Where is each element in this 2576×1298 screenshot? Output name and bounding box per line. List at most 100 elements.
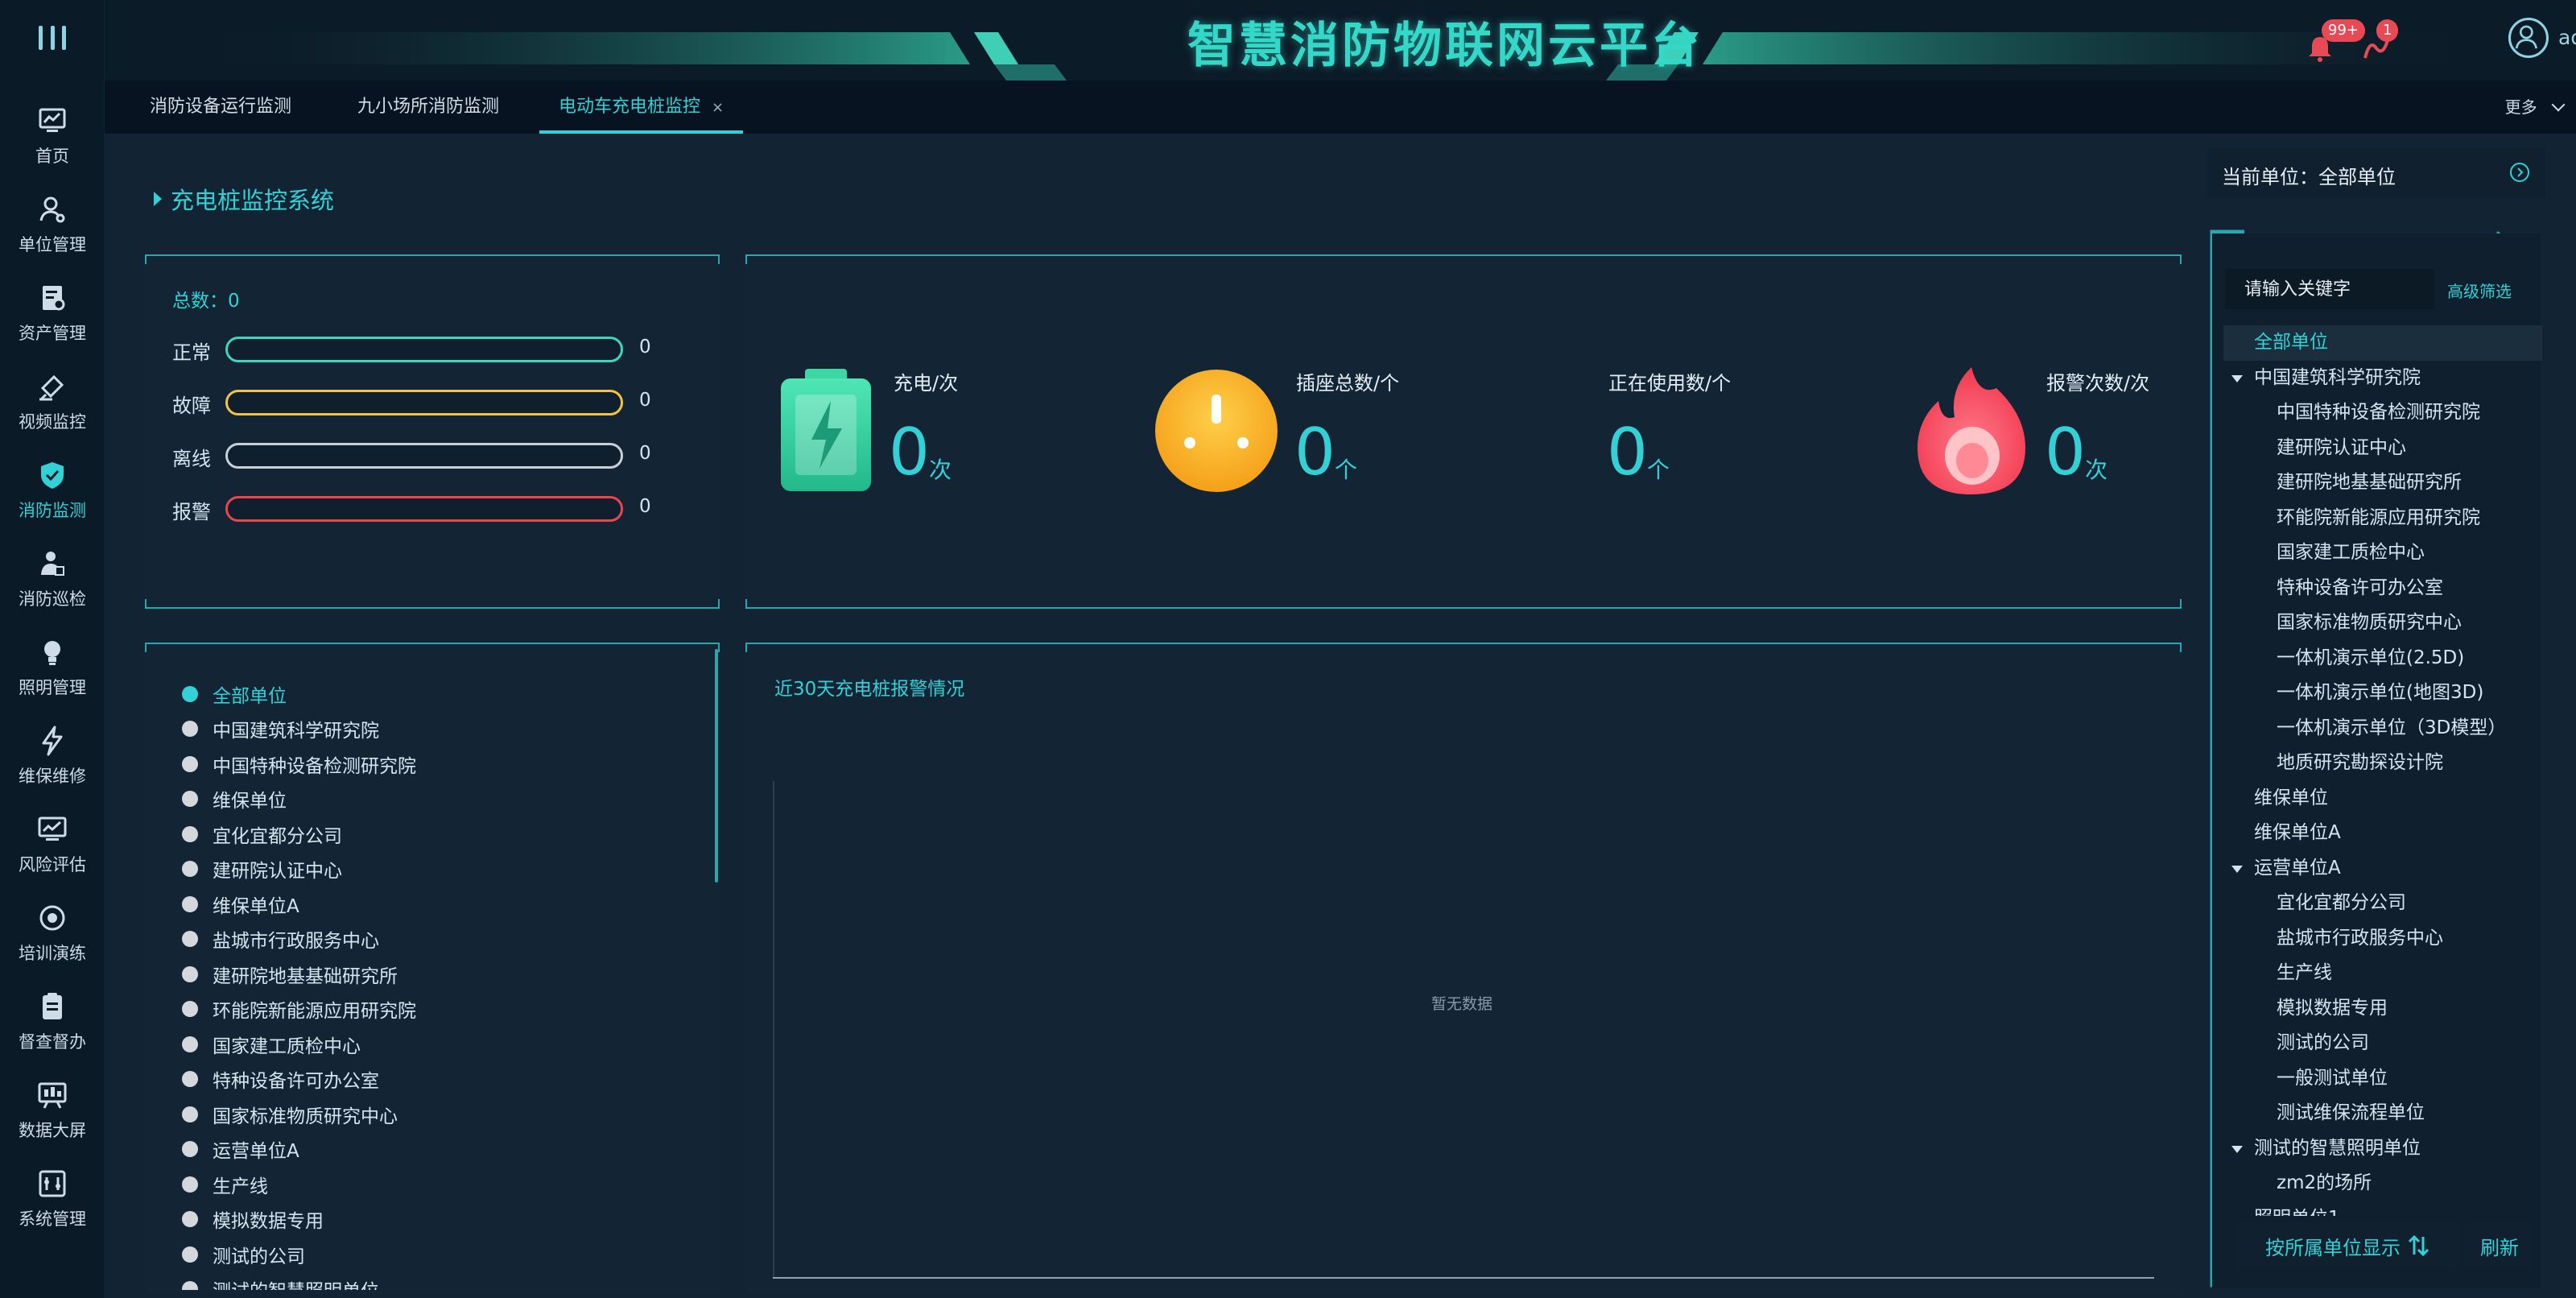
tree-node[interactable]: 运营单位A [2223, 851, 2542, 887]
nav-item-big-screen[interactable]: 数据大屏 [0, 1079, 105, 1160]
nav-label: 首页 [35, 147, 69, 166]
tree-node[interactable]: zm2的场所 [2223, 1166, 2542, 1201]
radio-dot-icon [182, 931, 198, 948]
advanced-filter-link[interactable]: 高级筛选 [2447, 279, 2512, 302]
unit-list-item[interactable]: 维保单位 [182, 782, 705, 817]
nav-item-system[interactable]: 系统管理 [0, 1168, 105, 1248]
close-icon[interactable]: × [712, 99, 724, 116]
nav-item-risk[interactable]: 风险评估 [0, 813, 105, 894]
tab-ev-charging-monitor[interactable]: 电动车充电桩监控 × [539, 81, 744, 134]
unit-list-item[interactable]: 建研院地基基础研究所 [182, 957, 705, 992]
nav-item-maintenance[interactable]: 维保维修 [0, 725, 105, 805]
status-value: 0 [639, 337, 651, 358]
tree-node[interactable]: 测试维保流程单位 [2223, 1096, 2542, 1131]
tree-node[interactable]: 测试的智慧照明单位 [2223, 1131, 2542, 1167]
tree-node[interactable]: 中国建筑科学研究院 [2223, 361, 2542, 396]
tree-node[interactable]: 中国特种设备检测研究院 [2223, 395, 2542, 431]
more-tabs-button[interactable]: 更多 [2505, 81, 2566, 134]
tree-node[interactable]: 环能院新能源应用研究院 [2223, 501, 2542, 536]
unit-list-item[interactable]: 建研院认证中心 [182, 852, 705, 887]
unit-list-item[interactable]: 维保单位A [182, 887, 705, 922]
unit-list-item[interactable]: 宜化宜都分公司 [182, 816, 705, 852]
unit-list-item[interactable]: 中国特种设备检测研究院 [182, 746, 705, 782]
tree-node[interactable]: 盐城市行政服务中心 [2223, 921, 2542, 957]
flame-icon [1918, 367, 2025, 494]
keyword-search-input[interactable] [2225, 269, 2434, 309]
radio-dot-icon [182, 1211, 198, 1228]
nav-item-home[interactable]: 首页 [0, 105, 105, 185]
tree-node[interactable]: 宜化宜都分公司 [2223, 886, 2542, 921]
status-value: 0 [639, 390, 651, 411]
status-value: 0 [639, 496, 651, 517]
unit-list-item[interactable]: 生产线 [182, 1167, 705, 1202]
unit-list-item[interactable]: 运营单位A [182, 1132, 705, 1168]
nav-item-fire-monitor[interactable]: 消防监测 [0, 459, 105, 539]
unit-list-item[interactable]: 国家建工质检中心 [182, 1027, 705, 1062]
unit-list-label: 维保单位 [213, 791, 287, 812]
nav-item-training[interactable]: 培训演练 [0, 902, 105, 982]
unit-list-item[interactable]: 全部单位 [182, 676, 705, 712]
refresh-button[interactable]: 刷新 [2465, 1222, 2534, 1269]
nav-item-asset[interactable]: 资产管理 [0, 282, 105, 362]
tree-node-label: 维保单位 [2254, 787, 2328, 808]
tree-node[interactable]: 维保单位A [2223, 816, 2542, 851]
tab-bar: 消防设备运行监测 九小场所消防监测 电动车充电桩监控 × 更多 [105, 81, 2576, 134]
unit-list-item[interactable]: 国家标准物质研究中心 [182, 1097, 705, 1132]
unit-list-item[interactable]: 环能院新能源应用研究院 [182, 992, 705, 1027]
chevron-right-circle-icon[interactable] [2508, 161, 2531, 184]
unit-list-item[interactable]: 测试的公司 [182, 1237, 705, 1272]
tree-node[interactable]: 全部单位 [2223, 325, 2542, 361]
warning-notification[interactable]: 1 [2362, 19, 2399, 59]
nav-item-unit[interactable]: 单位管理 [0, 193, 105, 274]
nav-item-lighting[interactable]: 照明管理 [0, 636, 105, 717]
radio-dot-icon [182, 1071, 198, 1088]
kpi-value: 0 [889, 415, 930, 490]
unit-list-scrollbar[interactable] [715, 649, 718, 883]
kpi-unit: 次 [929, 457, 952, 483]
nav-item-supervision[interactable]: 督查督办 [0, 990, 105, 1071]
unit-list-item[interactable]: 特种设备许可办公室 [182, 1062, 705, 1098]
unit-list-item[interactable]: 中国建筑科学研究院 [182, 712, 705, 747]
nav-item-inspection[interactable]: 消防巡检 [0, 548, 105, 628]
radio-dot-icon [182, 1106, 198, 1122]
tree-node-label: 一体机演示单位(2.5D) [2277, 647, 2465, 668]
tree-node[interactable]: 模拟数据专用 [2223, 991, 2542, 1027]
tree-node[interactable]: 一般测试单位 [2223, 1061, 2542, 1097]
unit-list-label: 建研院认证中心 [213, 861, 342, 883]
tree-node[interactable]: 生产线 [2223, 956, 2542, 991]
nav-item-video[interactable]: 视频监控 [0, 370, 105, 451]
tree-node[interactable]: 维保单位 [2223, 781, 2542, 816]
status-label: 故障 [172, 395, 211, 417]
tree-node[interactable]: 建研院地基基础研究所 [2223, 465, 2542, 501]
status-label: 报警 [172, 501, 211, 523]
tree-node[interactable]: 建研院认证中心 [2223, 431, 2542, 466]
chart-y-axis [773, 781, 774, 1279]
unit-list-item[interactable]: 盐城市行政服务中心 [182, 922, 705, 957]
tree-node[interactable]: 国家建工质检中心 [2223, 535, 2542, 571]
caret-down-icon[interactable] [2231, 374, 2243, 382]
tree-node[interactable]: 特种设备许可办公室 [2223, 571, 2542, 606]
tree-node-label: 建研院认证中心 [2277, 436, 2406, 458]
unit-list-item[interactable]: 测试的智慧照明单位 [182, 1272, 705, 1290]
total-value: 0 [228, 291, 240, 312]
tree-node-label: 一般测试单位 [2277, 1067, 2388, 1089]
unit-tree: 全部单位 中国建筑科学研究院 中国特种设备检测研究院建研院认证中心建研院地基基础研究… [2223, 325, 2542, 1216]
tree-node[interactable]: 地质研究勘探设计院 [2223, 746, 2542, 781]
alarm-notification[interactable]: 99+ [2306, 19, 2365, 62]
tree-node[interactable]: 测试的公司 [2223, 1026, 2542, 1061]
tab-fire-device-monitor[interactable]: 消防设备运行监测 [130, 81, 311, 134]
shield-icon [41, 462, 64, 489]
tree-node[interactable]: 照明单位1 [2223, 1201, 2542, 1217]
tree-node[interactable]: 国家标准物质研究中心 [2223, 606, 2542, 641]
caret-down-icon[interactable] [2231, 1145, 2243, 1153]
tab-small-venue-monitor[interactable]: 九小场所消防监测 [338, 81, 518, 134]
user-name[interactable]: admin [2558, 26, 2576, 49]
tree-node[interactable]: 一体机演示单位(2.5D) [2223, 641, 2542, 676]
nav-label: 维保维修 [19, 767, 86, 786]
tree-node[interactable]: 一体机演示单位(地图3D) [2223, 676, 2542, 711]
menu-toggle-icon[interactable] [39, 26, 66, 53]
unit-list-item[interactable]: 模拟数据专用 [182, 1202, 705, 1238]
caret-down-icon[interactable] [2231, 865, 2243, 873]
tree-node[interactable]: 一体机演示单位（3D模型） [2223, 711, 2542, 746]
user-avatar-icon[interactable] [2508, 18, 2549, 58]
